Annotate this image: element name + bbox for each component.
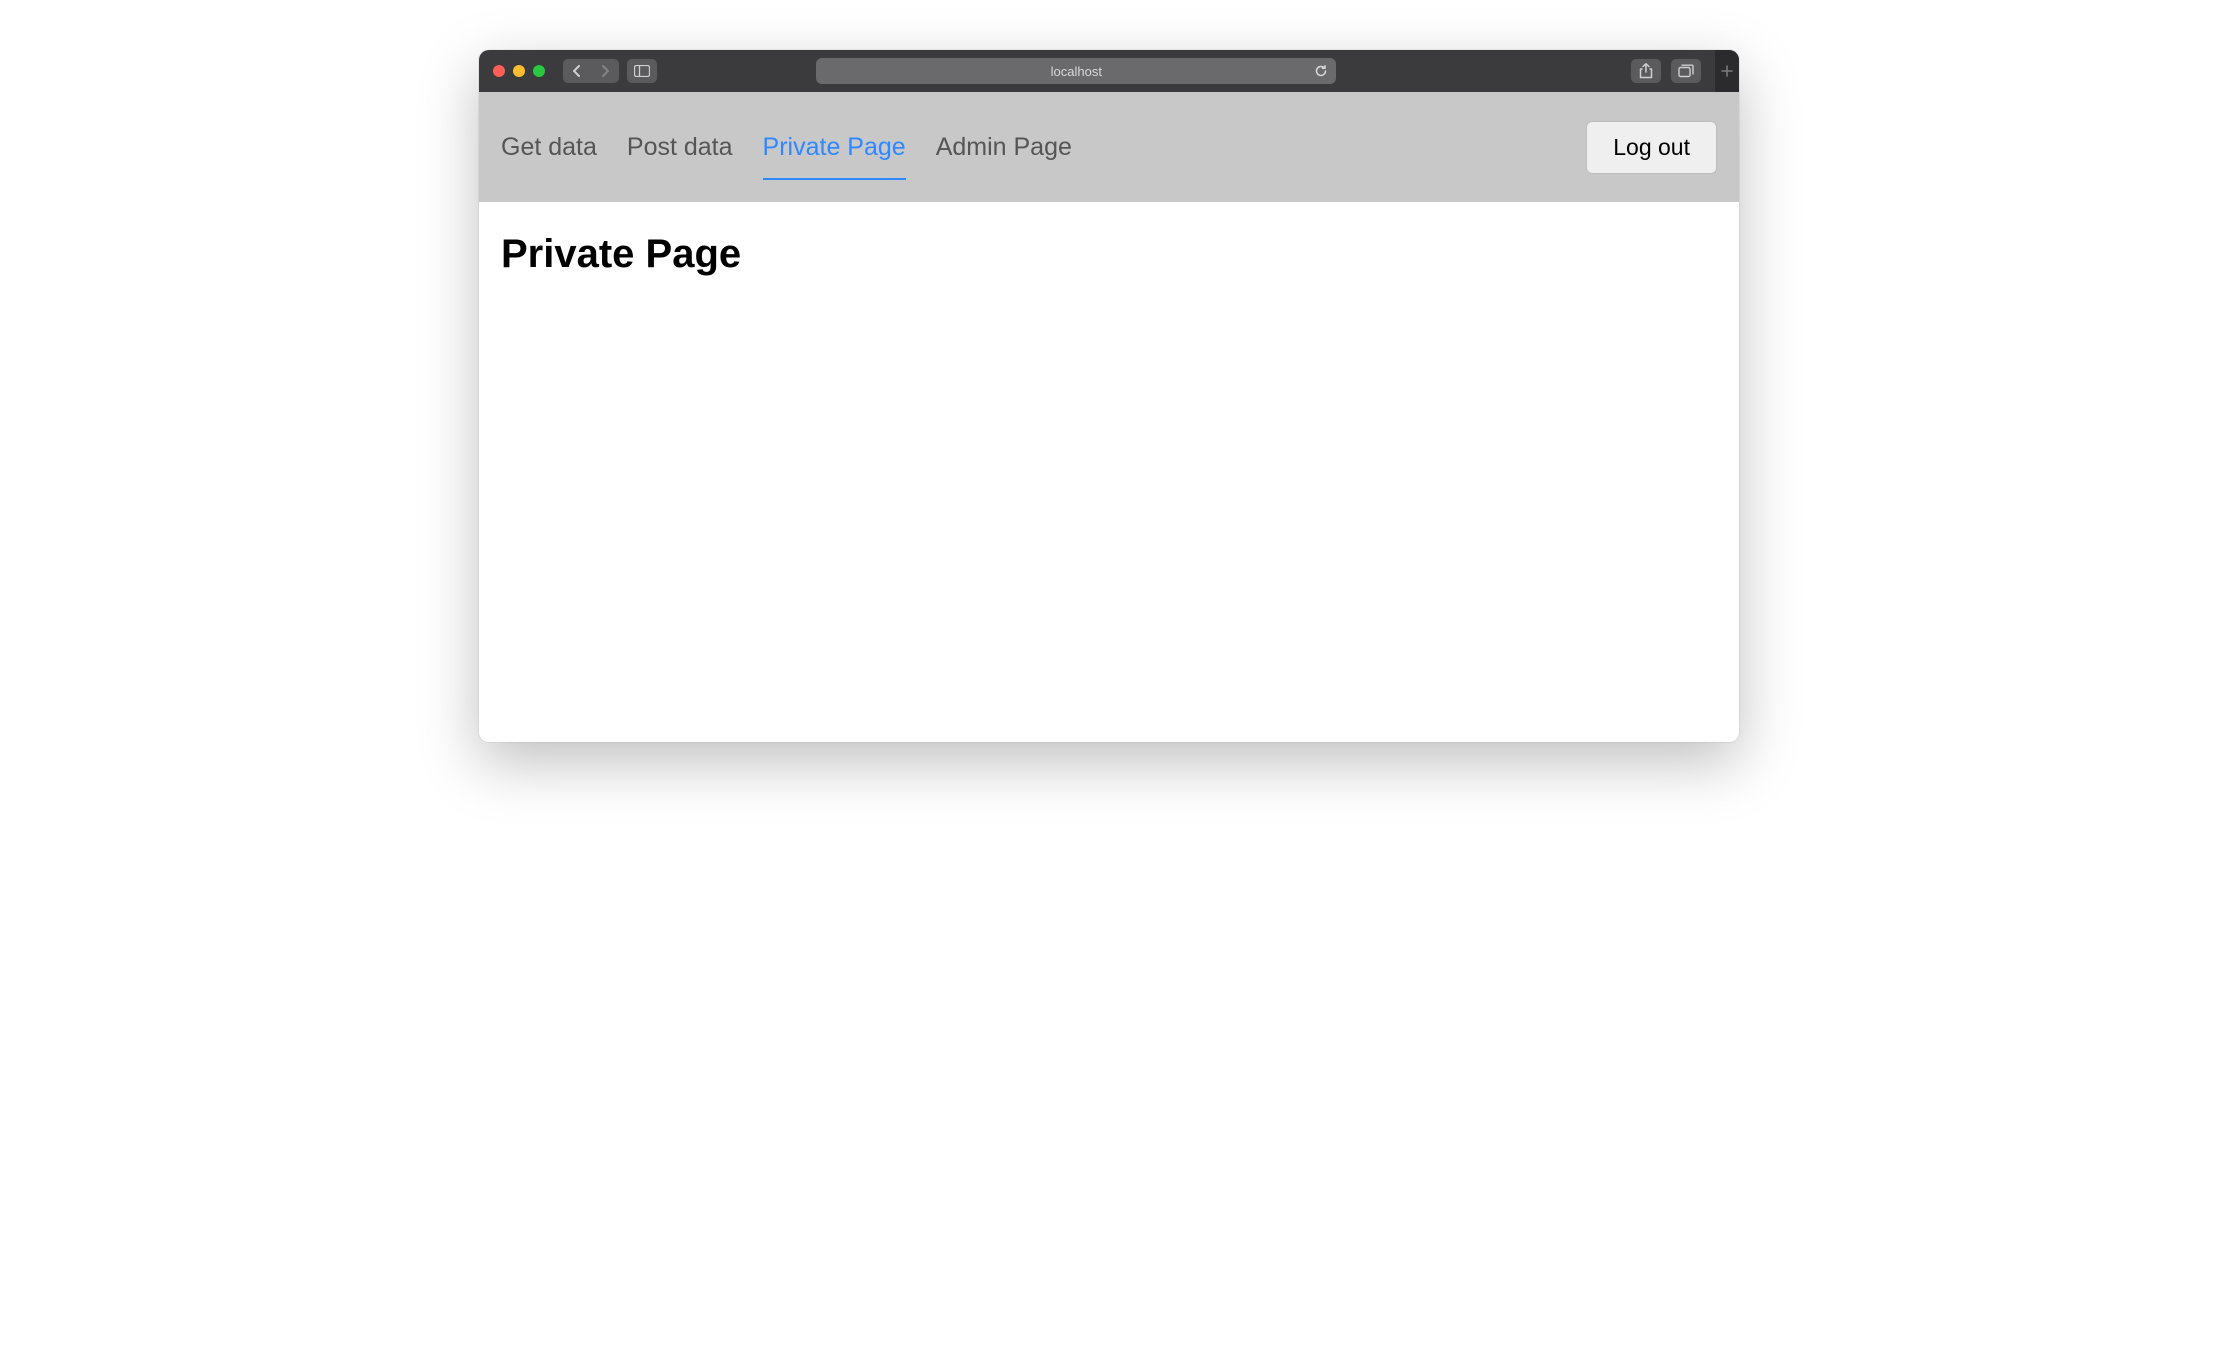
content: Private Page (479, 202, 1739, 742)
nav-tab-private-page[interactable]: Private Page (763, 125, 906, 170)
nav-tab-label: Private Page (763, 133, 906, 161)
browser-window: localhost (479, 50, 1739, 742)
toolbar-right (1631, 50, 1725, 92)
forward-button[interactable] (591, 59, 619, 83)
nav-tabs: Get data Post data Private Page Admin Pa… (501, 125, 1072, 170)
page-title: Private Page (501, 232, 1717, 277)
sidebar-toggle-button[interactable] (627, 59, 657, 83)
share-button[interactable] (1631, 59, 1661, 83)
tabs-overview-button[interactable] (1671, 59, 1701, 83)
close-window-button[interactable] (493, 65, 505, 77)
maximize-window-button[interactable] (533, 65, 545, 77)
minimize-window-button[interactable] (513, 65, 525, 77)
browser-toolbar: localhost (479, 50, 1739, 92)
nav-tab-get-data[interactable]: Get data (501, 125, 597, 170)
nav-tab-admin-page[interactable]: Admin Page (936, 125, 1072, 170)
back-button[interactable] (563, 59, 591, 83)
address-bar[interactable]: localhost (816, 58, 1336, 84)
window-controls (493, 65, 545, 77)
reload-icon[interactable] (1314, 64, 1328, 78)
nav-tab-post-data[interactable]: Post data (627, 125, 733, 170)
new-tab-button[interactable] (1715, 50, 1739, 92)
address-text: localhost (1051, 64, 1102, 79)
navigation-buttons (563, 59, 619, 83)
logout-label: Log out (1613, 134, 1690, 160)
nav-tab-label: Post data (627, 133, 733, 161)
logout-button[interactable]: Log out (1586, 121, 1717, 174)
nav-tab-label: Admin Page (936, 133, 1072, 161)
page-nav: Get data Post data Private Page Admin Pa… (479, 92, 1739, 202)
nav-tab-label: Get data (501, 133, 597, 161)
